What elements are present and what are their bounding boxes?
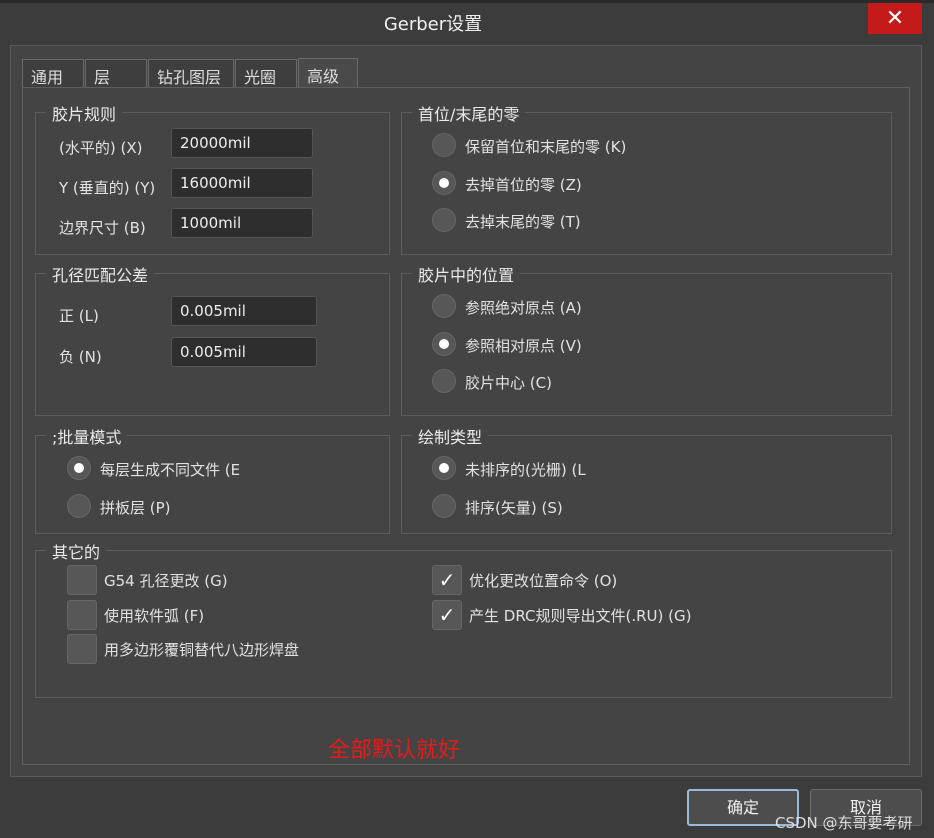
separate-files-label: 每层生成不同文件 (E	[100, 461, 241, 479]
film-x-label: (水平的) (X)	[59, 139, 143, 157]
checkmark-icon: ✓	[438, 568, 456, 592]
panelize-layers-label: 拼板层 (P)	[100, 499, 171, 517]
suppress-leading-radio[interactable]	[432, 171, 456, 195]
watermark: CSDN @东哥要考研	[775, 814, 913, 832]
advanced-panel: 胶片规则 (水平的) (X) 20000mil Y (垂直的) (Y) 1600…	[22, 87, 910, 765]
polygon-octagon-label: 用多边形覆铜替代八边形焊盘	[104, 641, 300, 659]
plot-type-title: 绘制类型	[412, 424, 489, 448]
title-bar-strip	[0, 0, 934, 3]
absolute-origin-radio[interactable]	[432, 294, 456, 318]
software-arcs-label: 使用软件弧 (F)	[104, 607, 205, 625]
tab-general[interactable]: 通用	[22, 59, 84, 87]
panelize-layers-radio[interactable]	[67, 494, 91, 518]
border-size-label: 边界尺寸 (B)	[59, 219, 146, 237]
g54-label: G54 孔径更改 (G)	[104, 572, 228, 590]
keep-zeros-radio[interactable]	[432, 133, 456, 157]
minus-tolerance-input[interactable]: 0.005mil	[171, 337, 317, 367]
aperture-tolerance-title: 孔径匹配公差	[46, 262, 155, 286]
sorted-vector-label: 排序(矢量) (S)	[465, 499, 563, 517]
film-x-input[interactable]: 20000mil	[171, 128, 313, 158]
film-rules-title: 胶片规则	[46, 101, 123, 125]
position-title: 胶片中的位置	[412, 262, 521, 286]
g54-checkbox[interactable]	[67, 565, 97, 595]
keep-zeros-label: 保留首位和末尾的零 (K)	[465, 138, 627, 156]
film-y-input[interactable]: 16000mil	[171, 168, 313, 198]
tab-apertures[interactable]: 光圈	[235, 59, 297, 87]
tab-advanced[interactable]: 高级	[298, 58, 358, 88]
film-y-label: Y (垂直的) (Y)	[59, 179, 156, 197]
window-title: Gerber设置	[383, 14, 483, 35]
separate-files-radio[interactable]	[67, 456, 91, 480]
other-title: 其它的	[46, 539, 107, 563]
border-size-input[interactable]: 1000mil	[171, 208, 313, 238]
relative-origin-label: 参照相对原点 (V)	[465, 337, 582, 355]
close-icon: ✕	[885, 6, 905, 31]
checkmark-icon: ✓	[438, 603, 456, 627]
film-center-label: 胶片中心 (C)	[465, 374, 552, 392]
annotation-note: 全部默认就好	[328, 738, 461, 763]
suppress-leading-label: 去掉首位的零 (Z)	[465, 176, 582, 194]
optimize-position-label: 优化更改位置命令 (O)	[469, 572, 618, 590]
absolute-origin-label: 参照绝对原点 (A)	[465, 299, 582, 317]
drc-export-label: 产生 DRC规则导出文件(.RU) (G)	[469, 607, 692, 625]
optimize-position-checkbox[interactable]: ✓	[432, 565, 462, 595]
polygon-octagon-checkbox[interactable]	[67, 634, 97, 664]
batch-mode-title: ;批量模式	[46, 424, 128, 448]
film-center-radio[interactable]	[432, 369, 456, 393]
batch-mode-group: ;批量模式	[35, 424, 390, 534]
suppress-trailing-radio[interactable]	[432, 208, 456, 232]
sorted-vector-radio[interactable]	[432, 494, 456, 518]
zeros-title: 首位/末尾的零	[412, 101, 526, 125]
close-button[interactable]: ✕	[868, 3, 922, 34]
drc-export-checkbox[interactable]: ✓	[432, 600, 462, 630]
software-arcs-checkbox[interactable]	[67, 600, 97, 630]
minus-tolerance-label: 负 (N)	[59, 348, 102, 366]
relative-origin-radio[interactable]	[432, 332, 456, 356]
unsorted-raster-radio[interactable]	[432, 456, 456, 480]
plus-tolerance-input[interactable]: 0.005mil	[171, 296, 317, 326]
suppress-trailing-label: 去掉末尾的零 (T)	[465, 213, 581, 231]
unsorted-raster-label: 未排序的(光栅) (L	[465, 461, 586, 479]
tab-drill-drawing[interactable]: 钻孔图层	[148, 59, 234, 87]
tab-layers[interactable]: 层	[85, 59, 147, 87]
plus-tolerance-label: 正 (L)	[59, 307, 99, 325]
plot-type-group: 绘制类型	[401, 424, 892, 534]
